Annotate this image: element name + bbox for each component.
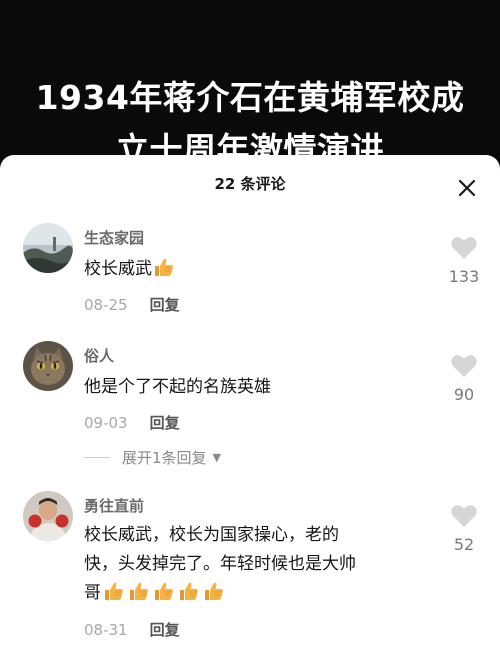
expand-replies-button[interactable]: 展开1条回复 ▼ [84,447,221,468]
cat-avatar-image [23,341,73,391]
like-button[interactable]: 52 [444,503,484,554]
comment-text-line: 快，头发掉完了。年轻时候也是大帅 [84,554,356,574]
comment-meta: 09-03 回复 [84,412,180,433]
comment-item: 勇往直前 校长威武，校长为国家操心，老的 快，头发掉完了。年轻时候也是大帅 哥 … [0,485,500,660]
comment-text-line-with-emoji: 哥 [84,579,424,612]
like-button[interactable]: 133 [444,235,484,286]
heart-icon [451,355,477,377]
comment-date: 08-31 [84,621,128,639]
avatar[interactable] [23,341,73,391]
comments-header: 22 条评论 [0,155,500,217]
heart-icon [451,505,477,527]
comment-text: 他是个了不起的名族英雄 [84,373,424,402]
thumbs-up-emoji-icon [177,580,201,612]
landscape-avatar-image [23,223,73,273]
like-button[interactable]: 90 [444,353,484,404]
thumbs-up-emoji-icon [102,580,126,612]
divider-line [84,457,110,458]
comment-text-line: 校长威武，校长为国家操心，老的 [84,525,339,545]
expand-replies-label: 展开1条回复 [122,449,207,467]
caret-down-icon: ▼ [212,451,222,464]
comment-author[interactable]: 生态家园 [84,227,144,248]
avatar[interactable] [23,223,73,273]
reply-button[interactable]: 回复 [150,414,180,432]
video-title-line-1: 1934年蒋介石在黄埔军校成 [35,78,465,117]
comment-meta: 08-31 回复 [84,619,180,640]
thumbs-up-emoji-icon [153,256,175,288]
reply-button[interactable]: 回复 [150,621,180,639]
comment-count-title: 22 条评论 [214,175,286,193]
comment-date: 09-03 [84,414,128,432]
comment-text-content: 他是个了不起的名族英雄 [84,377,271,397]
avatar[interactable] [23,491,73,541]
comment-meta: 08-25 回复 [84,294,180,315]
comment-item: 俗人 他是个了不起的名族英雄 09-03 回复 90 展开1条回复 ▼ [0,335,500,485]
comment-text: 校长威武，校长为国家操心，老的 快，头发掉完了。年轻时候也是大帅 哥 [84,521,424,612]
thumbs-up-emoji-icon [152,580,176,612]
comments-sheet: 22 条评论 生态家园 校长威武 08-25 回复 133 俗人 他是个了不起的… [0,155,500,660]
heart-icon [451,237,477,259]
comment-author[interactable]: 勇往直前 [84,495,144,516]
comment-text-content: 校长威武 [84,259,152,279]
comment-text-line: 哥 [84,583,101,603]
comment-text: 校长威武 [84,255,424,288]
reply-button[interactable]: 回复 [150,296,180,314]
close-icon [458,179,476,197]
like-count: 90 [453,385,475,404]
like-count: 133 [448,267,480,286]
close-button[interactable] [454,175,480,201]
person-avatar-image [23,491,73,541]
comment-item: 生态家园 校长威武 08-25 回复 133 [0,217,500,327]
comment-date: 08-25 [84,296,128,314]
thumbs-up-emoji-icon [127,580,151,612]
comment-author[interactable]: 俗人 [84,345,114,366]
thumbs-up-emoji-icon [202,580,226,612]
like-count: 52 [453,535,475,554]
